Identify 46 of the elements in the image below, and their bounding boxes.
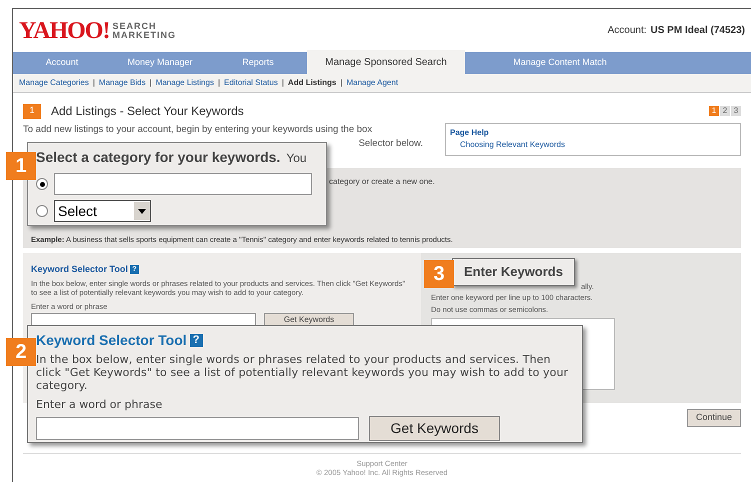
keyword-input-field[interactable] bbox=[36, 416, 359, 440]
step-number-badge: 3 bbox=[424, 260, 454, 288]
separator: | bbox=[218, 77, 220, 89]
radio-button[interactable] bbox=[36, 205, 48, 217]
step-number-badge: 1 bbox=[23, 104, 41, 118]
radio-button[interactable] bbox=[36, 178, 48, 190]
account-label: Account: bbox=[608, 24, 647, 38]
continue-button[interactable]: Continue bbox=[687, 409, 741, 427]
category-dropdown[interactable]: Select bbox=[54, 200, 151, 222]
page-help-link[interactable]: Choosing Relevant Keywords bbox=[460, 139, 736, 151]
page-title: Add Listings - Select Your Keywords bbox=[51, 103, 244, 120]
callout-title: Keyword Selector Tool bbox=[36, 331, 187, 350]
separator: | bbox=[282, 77, 284, 89]
category-hint-text: category or create a new one. bbox=[329, 176, 436, 188]
callout-title: Select a category for your keywords. bbox=[36, 148, 280, 167]
separator: | bbox=[340, 77, 342, 89]
get-keywords-button[interactable]: Get Keywords bbox=[369, 416, 500, 440]
sub-nav-link[interactable]: Add Listings bbox=[288, 77, 336, 89]
sub-nav-link[interactable]: Manage Agent bbox=[346, 77, 398, 89]
section-title: Keyword Selector Tool bbox=[31, 263, 128, 276]
step-indicator: 1 bbox=[709, 106, 719, 116]
step-number-badge: 2 bbox=[6, 338, 36, 366]
sub-nav-link[interactable]: Manage Categories bbox=[19, 77, 89, 89]
account-name: US PM Ideal (74523) bbox=[650, 24, 745, 38]
keyword-input-field[interactable] bbox=[31, 312, 256, 326]
nav-tab[interactable]: Manage Sponsored Search bbox=[307, 50, 465, 74]
callout-title: Enter Keywords bbox=[464, 263, 563, 282]
intro-text: Selector below. bbox=[358, 137, 423, 152]
separator: | bbox=[150, 77, 152, 89]
help-icon[interactable]: ? bbox=[190, 334, 203, 347]
page-help-title: Page Help bbox=[450, 127, 490, 139]
get-keywords-button[interactable]: Get Keywords bbox=[264, 312, 354, 327]
step-indicator: 2 bbox=[720, 106, 730, 116]
separator: | bbox=[92, 77, 95, 89]
step-indicator: 3 bbox=[731, 106, 741, 116]
logo-subtitle: SEARCH MARKETING bbox=[112, 22, 176, 40]
step-number-badge: 1 bbox=[6, 152, 36, 180]
logo: YAHOO! bbox=[19, 16, 110, 46]
intro-text: To add new listings to your account, begin by entering your keywords using the box bbox=[23, 123, 374, 137]
sub-nav-link[interactable]: Manage Listings bbox=[156, 77, 214, 89]
callout-description: In the box below, enter single words or phrases related to your products and services. Then click "Get Keywords" to see a list of potentially relevant keywords you may wish to add to your category. bbox=[36, 353, 570, 392]
field-label: Enter a word or phrase bbox=[36, 397, 164, 413]
sub-nav-link[interactable]: Editorial Status bbox=[224, 77, 278, 89]
category-name-field[interactable] bbox=[54, 173, 312, 195]
sub-nav-link[interactable]: Manage Bids bbox=[98, 77, 146, 89]
callout-text: You bbox=[286, 150, 307, 167]
